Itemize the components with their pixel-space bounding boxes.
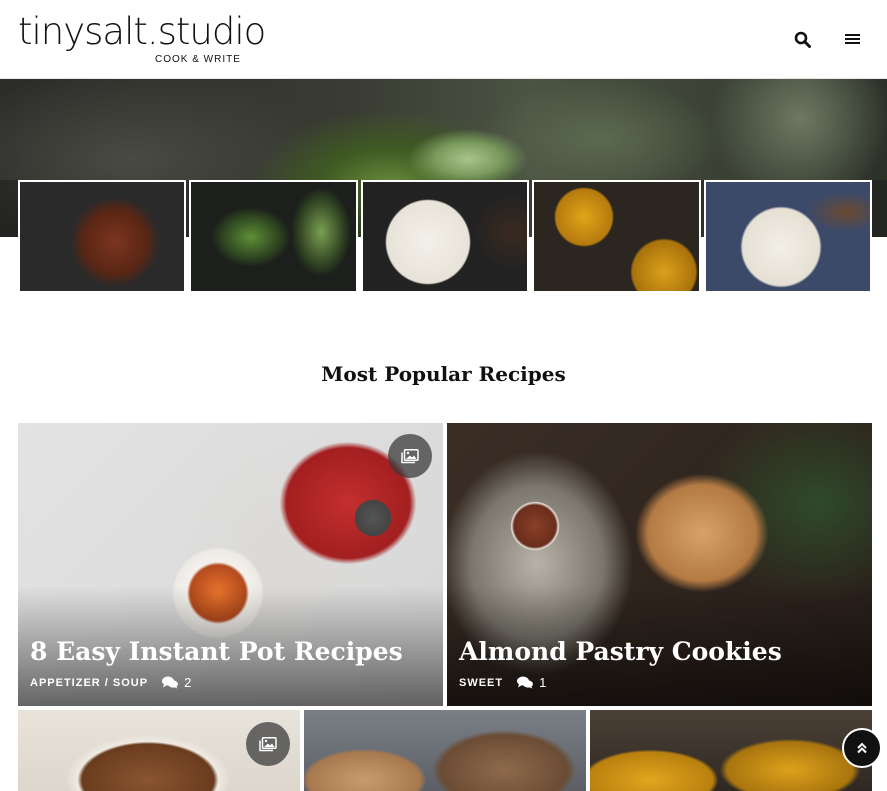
- back-to-top-button[interactable]: [842, 728, 882, 768]
- gallery-badge: [246, 722, 290, 766]
- slider-thumbnail-2[interactable]: [189, 180, 358, 293]
- recipe-categories[interactable]: APPETIZER / SOUP: [30, 677, 148, 689]
- comments-icon: [162, 676, 179, 689]
- search-button[interactable]: [789, 26, 815, 52]
- comments-number: 1: [539, 675, 547, 690]
- gallery-icon: [259, 736, 277, 751]
- gallery-badge: [388, 434, 432, 478]
- double-chevron-up-icon: [857, 742, 867, 754]
- recipe-card-meta: SWEET 1: [459, 675, 546, 690]
- recipe-card[interactable]: 8 Easy Instant Pot Recipes APPETIZER / S…: [18, 423, 443, 706]
- search-icon: [794, 31, 811, 48]
- comments-count[interactable]: 1: [517, 675, 546, 690]
- logo-text: tinysalt.studio: [18, 10, 266, 53]
- recipe-card-meta: APPETIZER / SOUP 2: [30, 675, 191, 690]
- section-title: Most Popular Recipes: [321, 362, 566, 386]
- slider-thumbnail-4[interactable]: [532, 180, 701, 293]
- hamburger-menu-icon: [844, 34, 860, 44]
- gallery-icon: [401, 448, 419, 463]
- slider-thumbnail-1[interactable]: [18, 180, 187, 293]
- recipe-card-small[interactable]: [590, 710, 872, 791]
- recipe-card-title[interactable]: 8 Easy Instant Pot Recipes: [30, 637, 403, 666]
- site-logo[interactable]: tinysalt.studio COOK & WRITE: [18, 10, 266, 65]
- comments-icon: [517, 676, 534, 689]
- site-header: tinysalt.studio COOK & WRITE: [0, 0, 887, 79]
- recipe-card-title[interactable]: Almond Pastry Cookies: [459, 637, 782, 666]
- recipe-card-small[interactable]: [304, 710, 586, 791]
- slider-thumbnails: [18, 180, 873, 293]
- slider-thumbnail-3[interactable]: [360, 180, 530, 293]
- recipe-card-small[interactable]: [18, 710, 300, 791]
- comments-count[interactable]: 2: [162, 675, 191, 690]
- recipe-categories[interactable]: SWEET: [459, 677, 503, 689]
- slider-thumbnail-5[interactable]: [703, 180, 873, 293]
- logo-tagline: COOK & WRITE: [155, 54, 241, 65]
- comments-number: 2: [184, 675, 192, 690]
- menu-button[interactable]: [839, 26, 865, 52]
- recipe-card[interactable]: Almond Pastry Cookies SWEET 1: [447, 423, 872, 706]
